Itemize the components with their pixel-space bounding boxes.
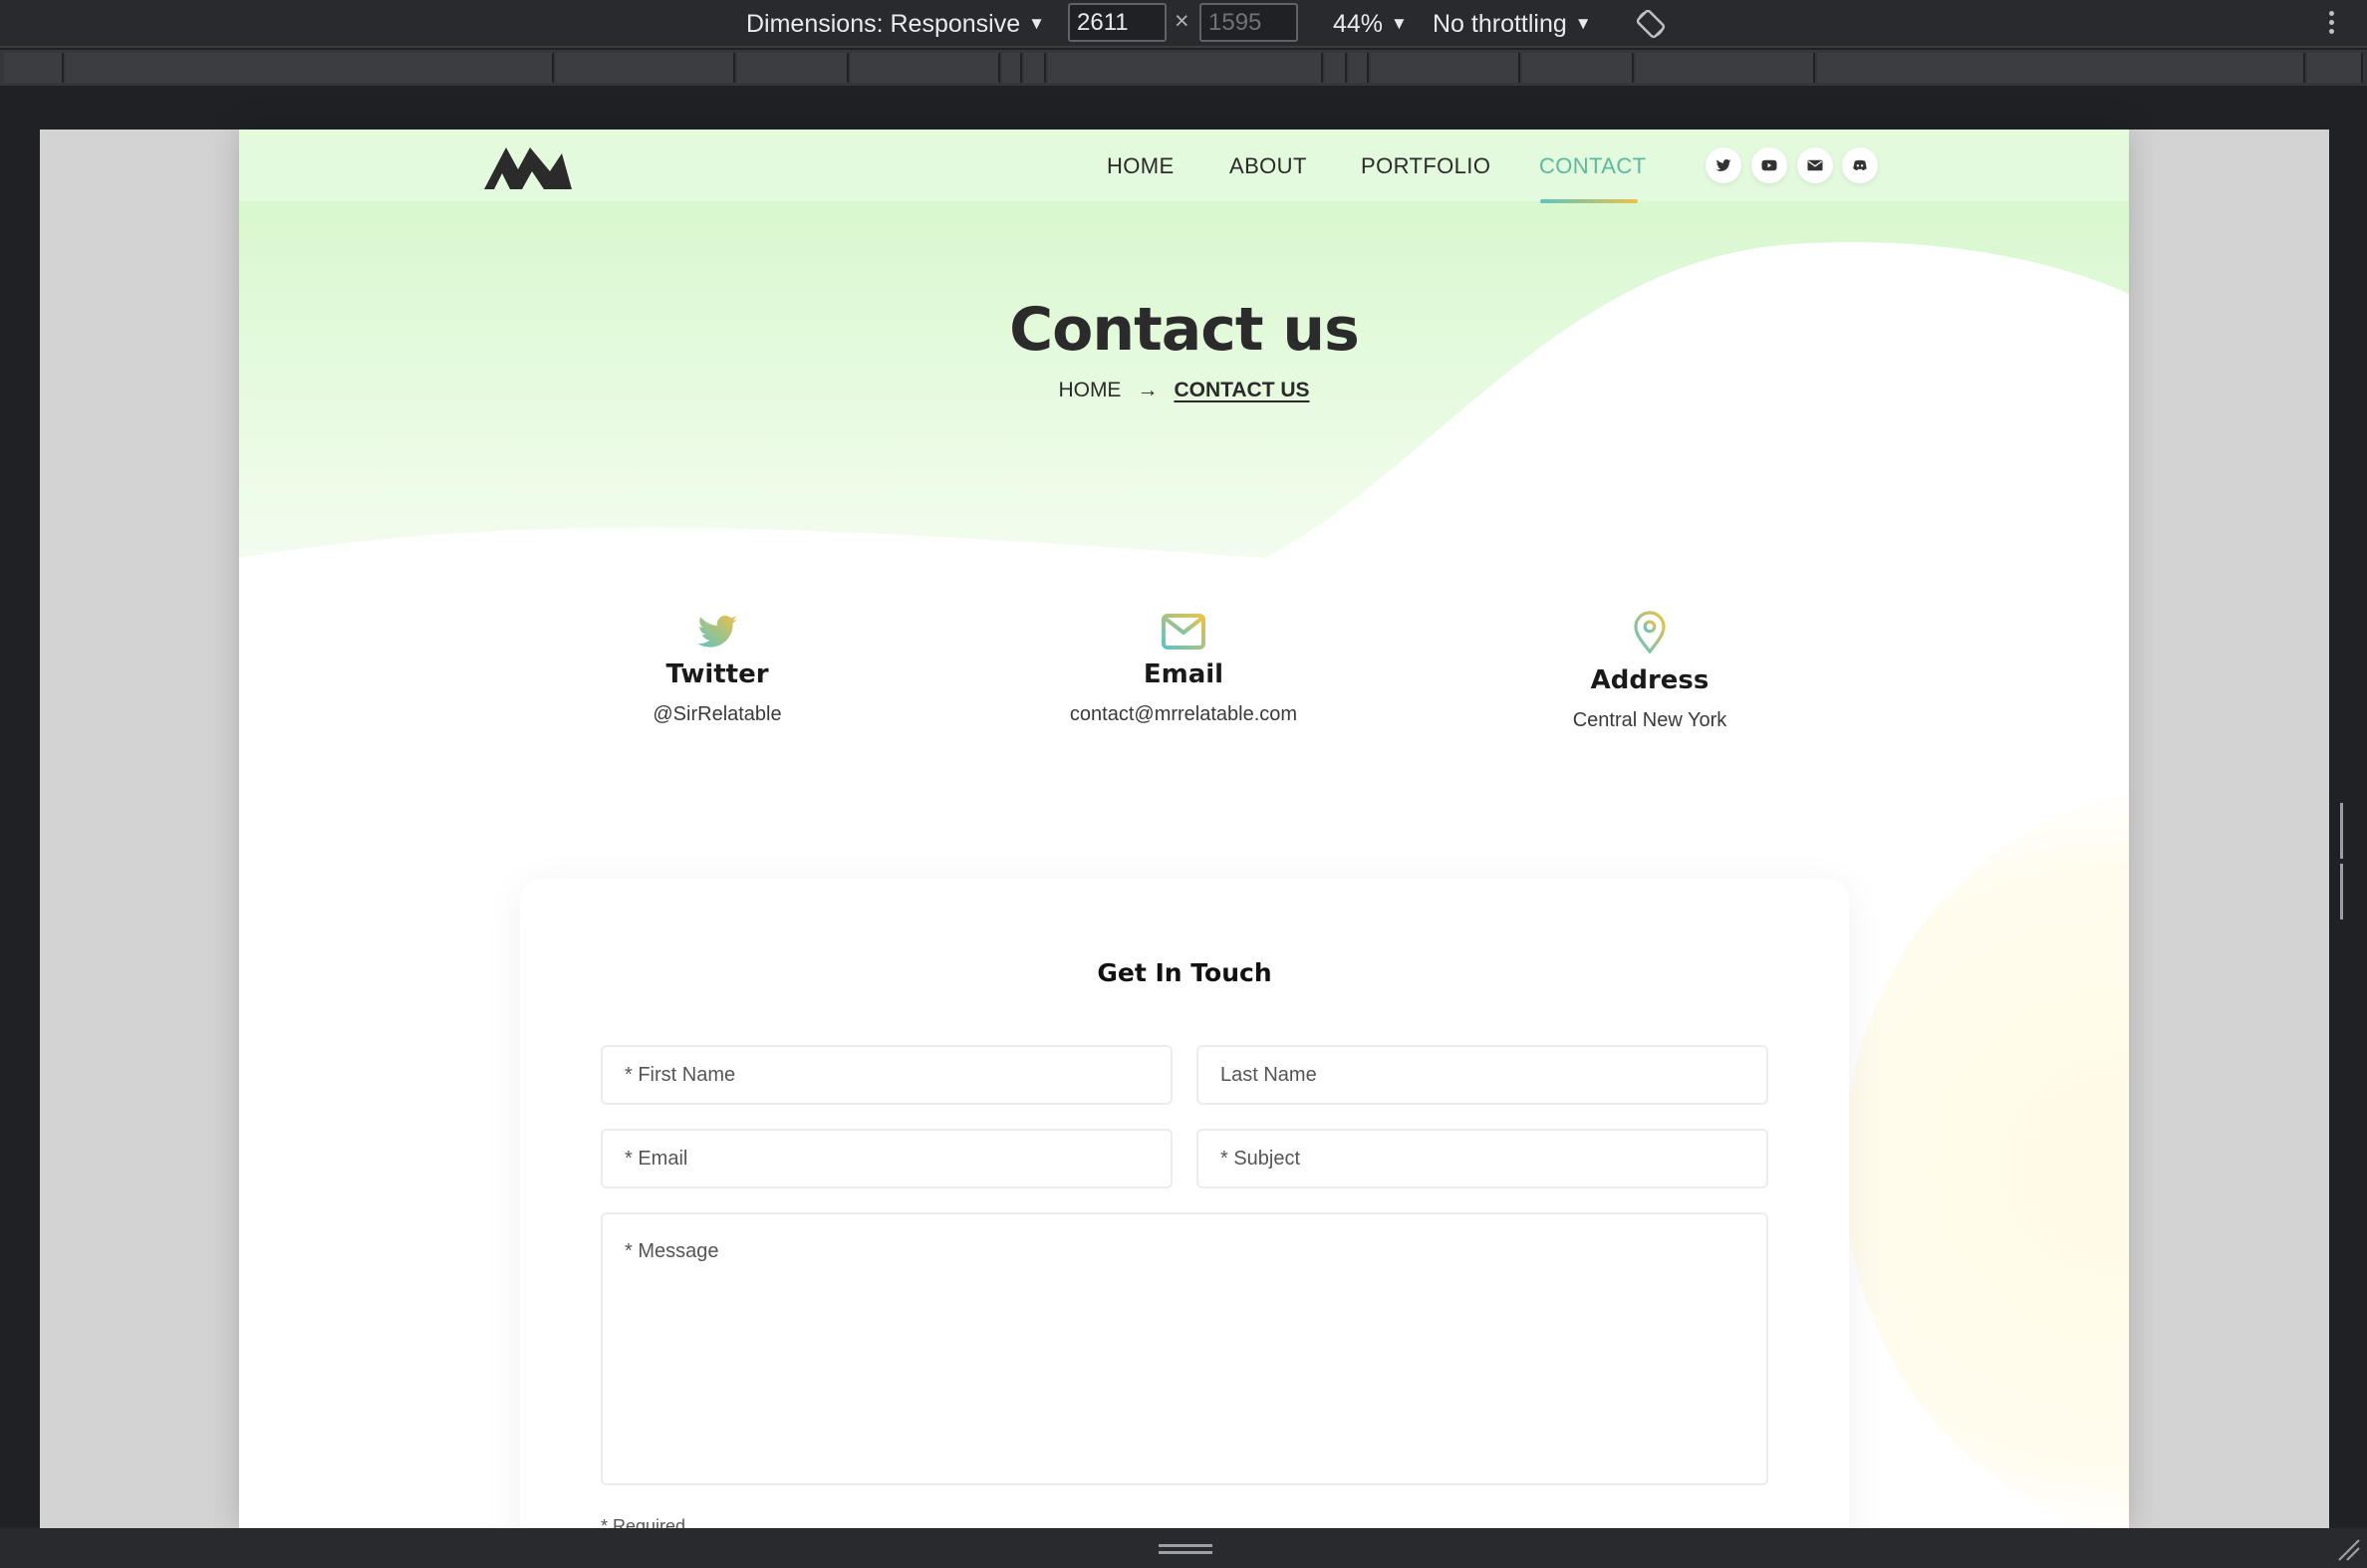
- map-pin-icon: [1634, 611, 1666, 654]
- arrow-right-icon: →: [1137, 379, 1159, 401]
- throttling-label: No throttling: [1433, 10, 1567, 38]
- media-query-segment[interactable]: [1371, 53, 1520, 83]
- throttling-dropdown[interactable]: No throttling ▼: [1433, 8, 1592, 40]
- media-query-segment[interactable]: [1048, 53, 1323, 83]
- form-title: Get In Touch: [1097, 958, 1272, 987]
- card-title: Address: [1590, 665, 1710, 695]
- zoom-label: 44%: [1333, 10, 1384, 38]
- media-query-segment[interactable]: [1522, 53, 1634, 83]
- media-query-segment[interactable]: [66, 53, 554, 83]
- media-query-segment[interactable]: [851, 53, 1000, 83]
- site-logo[interactable]: [484, 141, 572, 191]
- media-query-segment[interactable]: [1325, 53, 1347, 83]
- nav-link-home[interactable]: HOME: [1107, 153, 1175, 179]
- dimensions-label: Dimensions: Responsive: [746, 10, 1021, 38]
- info-card-email: Email contact@mrrelatable.com: [974, 608, 1393, 726]
- last-name-field[interactable]: [1196, 1045, 1768, 1105]
- site-header: HOME ABOUT PORTFOLIO CONTACT: [239, 130, 2129, 203]
- email-field[interactable]: [601, 1129, 1173, 1188]
- viewport-height-input[interactable]: 1595: [1199, 3, 1298, 42]
- nav-link-portfolio[interactable]: PORTFOLIO: [1361, 153, 1490, 179]
- breadcrumb-current[interactable]: CONTACT US: [1174, 379, 1309, 401]
- decorative-blob: [1843, 787, 2129, 1528]
- address-text: Central New York: [1572, 709, 1727, 731]
- times-sign: ×: [1175, 7, 1189, 35]
- envelope-icon: [1162, 614, 1205, 650]
- media-query-segment[interactable]: [1349, 53, 1369, 83]
- zoom-dropdown[interactable]: 44% ▼: [1333, 8, 1408, 40]
- chevron-down-icon: ▼: [1391, 14, 1408, 33]
- nav-link-contact[interactable]: CONTACT: [1539, 153, 1647, 179]
- active-nav-underline: [1540, 199, 1638, 203]
- discord-icon[interactable]: [1842, 147, 1878, 183]
- media-query-segment[interactable]: [1817, 53, 2305, 83]
- breadcrumb: HOME → CONTACT US: [239, 379, 2129, 402]
- email-address[interactable]: contact@mrrelatable.com: [974, 703, 1393, 726]
- youtube-icon[interactable]: [1751, 147, 1787, 183]
- mail-icon[interactable]: [1797, 147, 1833, 183]
- twitter-bird-icon: [697, 615, 737, 648]
- media-query-bar[interactable]: [0, 50, 2367, 86]
- nav-link-about[interactable]: ABOUT: [1229, 153, 1307, 179]
- info-card-twitter: Twitter @SirRelatable: [508, 608, 926, 726]
- rotate-icon[interactable]: [1634, 7, 1668, 41]
- chevron-down-icon: ▼: [1028, 14, 1045, 33]
- card-title: Twitter: [665, 659, 769, 689]
- devtools-toolbar: Dimensions: Responsive ▼ 2611 × 1595 44% ▼…: [0, 0, 2367, 48]
- message-field[interactable]: [601, 1212, 1768, 1485]
- viewport-width-input[interactable]: 2611: [1068, 3, 1167, 42]
- contact-form: Get In Touch * Required: [520, 879, 1849, 1528]
- breadcrumb-home-link[interactable]: HOME: [1058, 379, 1121, 401]
- required-note: * Required: [601, 1516, 686, 1528]
- media-query-segment[interactable]: [2307, 53, 2363, 83]
- card-title: Email: [1143, 659, 1224, 689]
- viewport-height-resize-handle[interactable]: [1159, 1544, 1212, 1556]
- first-name-field[interactable]: [601, 1045, 1173, 1105]
- media-query-segment[interactable]: [4, 53, 64, 83]
- media-query-segment[interactable]: [1024, 53, 1046, 83]
- media-query-segment[interactable]: [737, 53, 849, 83]
- corner-resize-icon[interactable]: [2335, 1536, 2361, 1562]
- page-title: Contact us: [1009, 295, 1360, 365]
- info-card-address: Address Central New York: [1441, 608, 1859, 732]
- web-page: HOME ABOUT PORTFOLIO CONTACT Contact us …: [239, 130, 2129, 1528]
- chevron-down-icon: ▼: [1574, 14, 1592, 33]
- subject-field[interactable]: [1196, 1129, 1768, 1188]
- dimensions-dropdown[interactable]: Dimensions: Responsive ▼: [746, 8, 1045, 40]
- media-query-segment[interactable]: [1002, 53, 1022, 83]
- twitter-handle[interactable]: @SirRelatable: [508, 703, 926, 726]
- more-options-icon[interactable]: [2325, 8, 2337, 40]
- twitter-icon[interactable]: [1706, 147, 1741, 183]
- media-query-segment[interactable]: [556, 53, 735, 83]
- media-query-segment[interactable]: [1636, 53, 1815, 83]
- viewport-resize-handle[interactable]: [2340, 803, 2354, 919]
